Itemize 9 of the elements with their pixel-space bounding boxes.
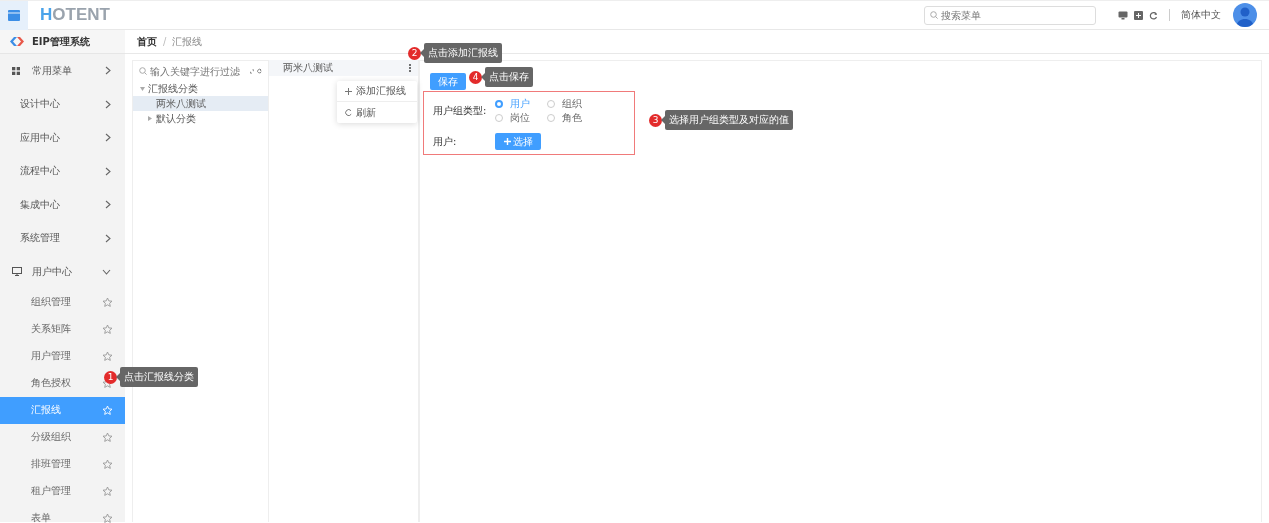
field-label: 用户: (433, 134, 458, 149)
field-label: 用户组类型: (433, 104, 488, 118)
step-number: 2 (408, 46, 421, 60)
breadcrumb-separator: / (163, 36, 167, 47)
system-title: EIP管理系统 (32, 34, 90, 49)
step-number: 4 (469, 70, 482, 84)
logo: HOTENT (40, 5, 110, 25)
breadcrumb-current: 汇报线 (172, 34, 203, 49)
step-number: 3 (649, 113, 662, 127)
